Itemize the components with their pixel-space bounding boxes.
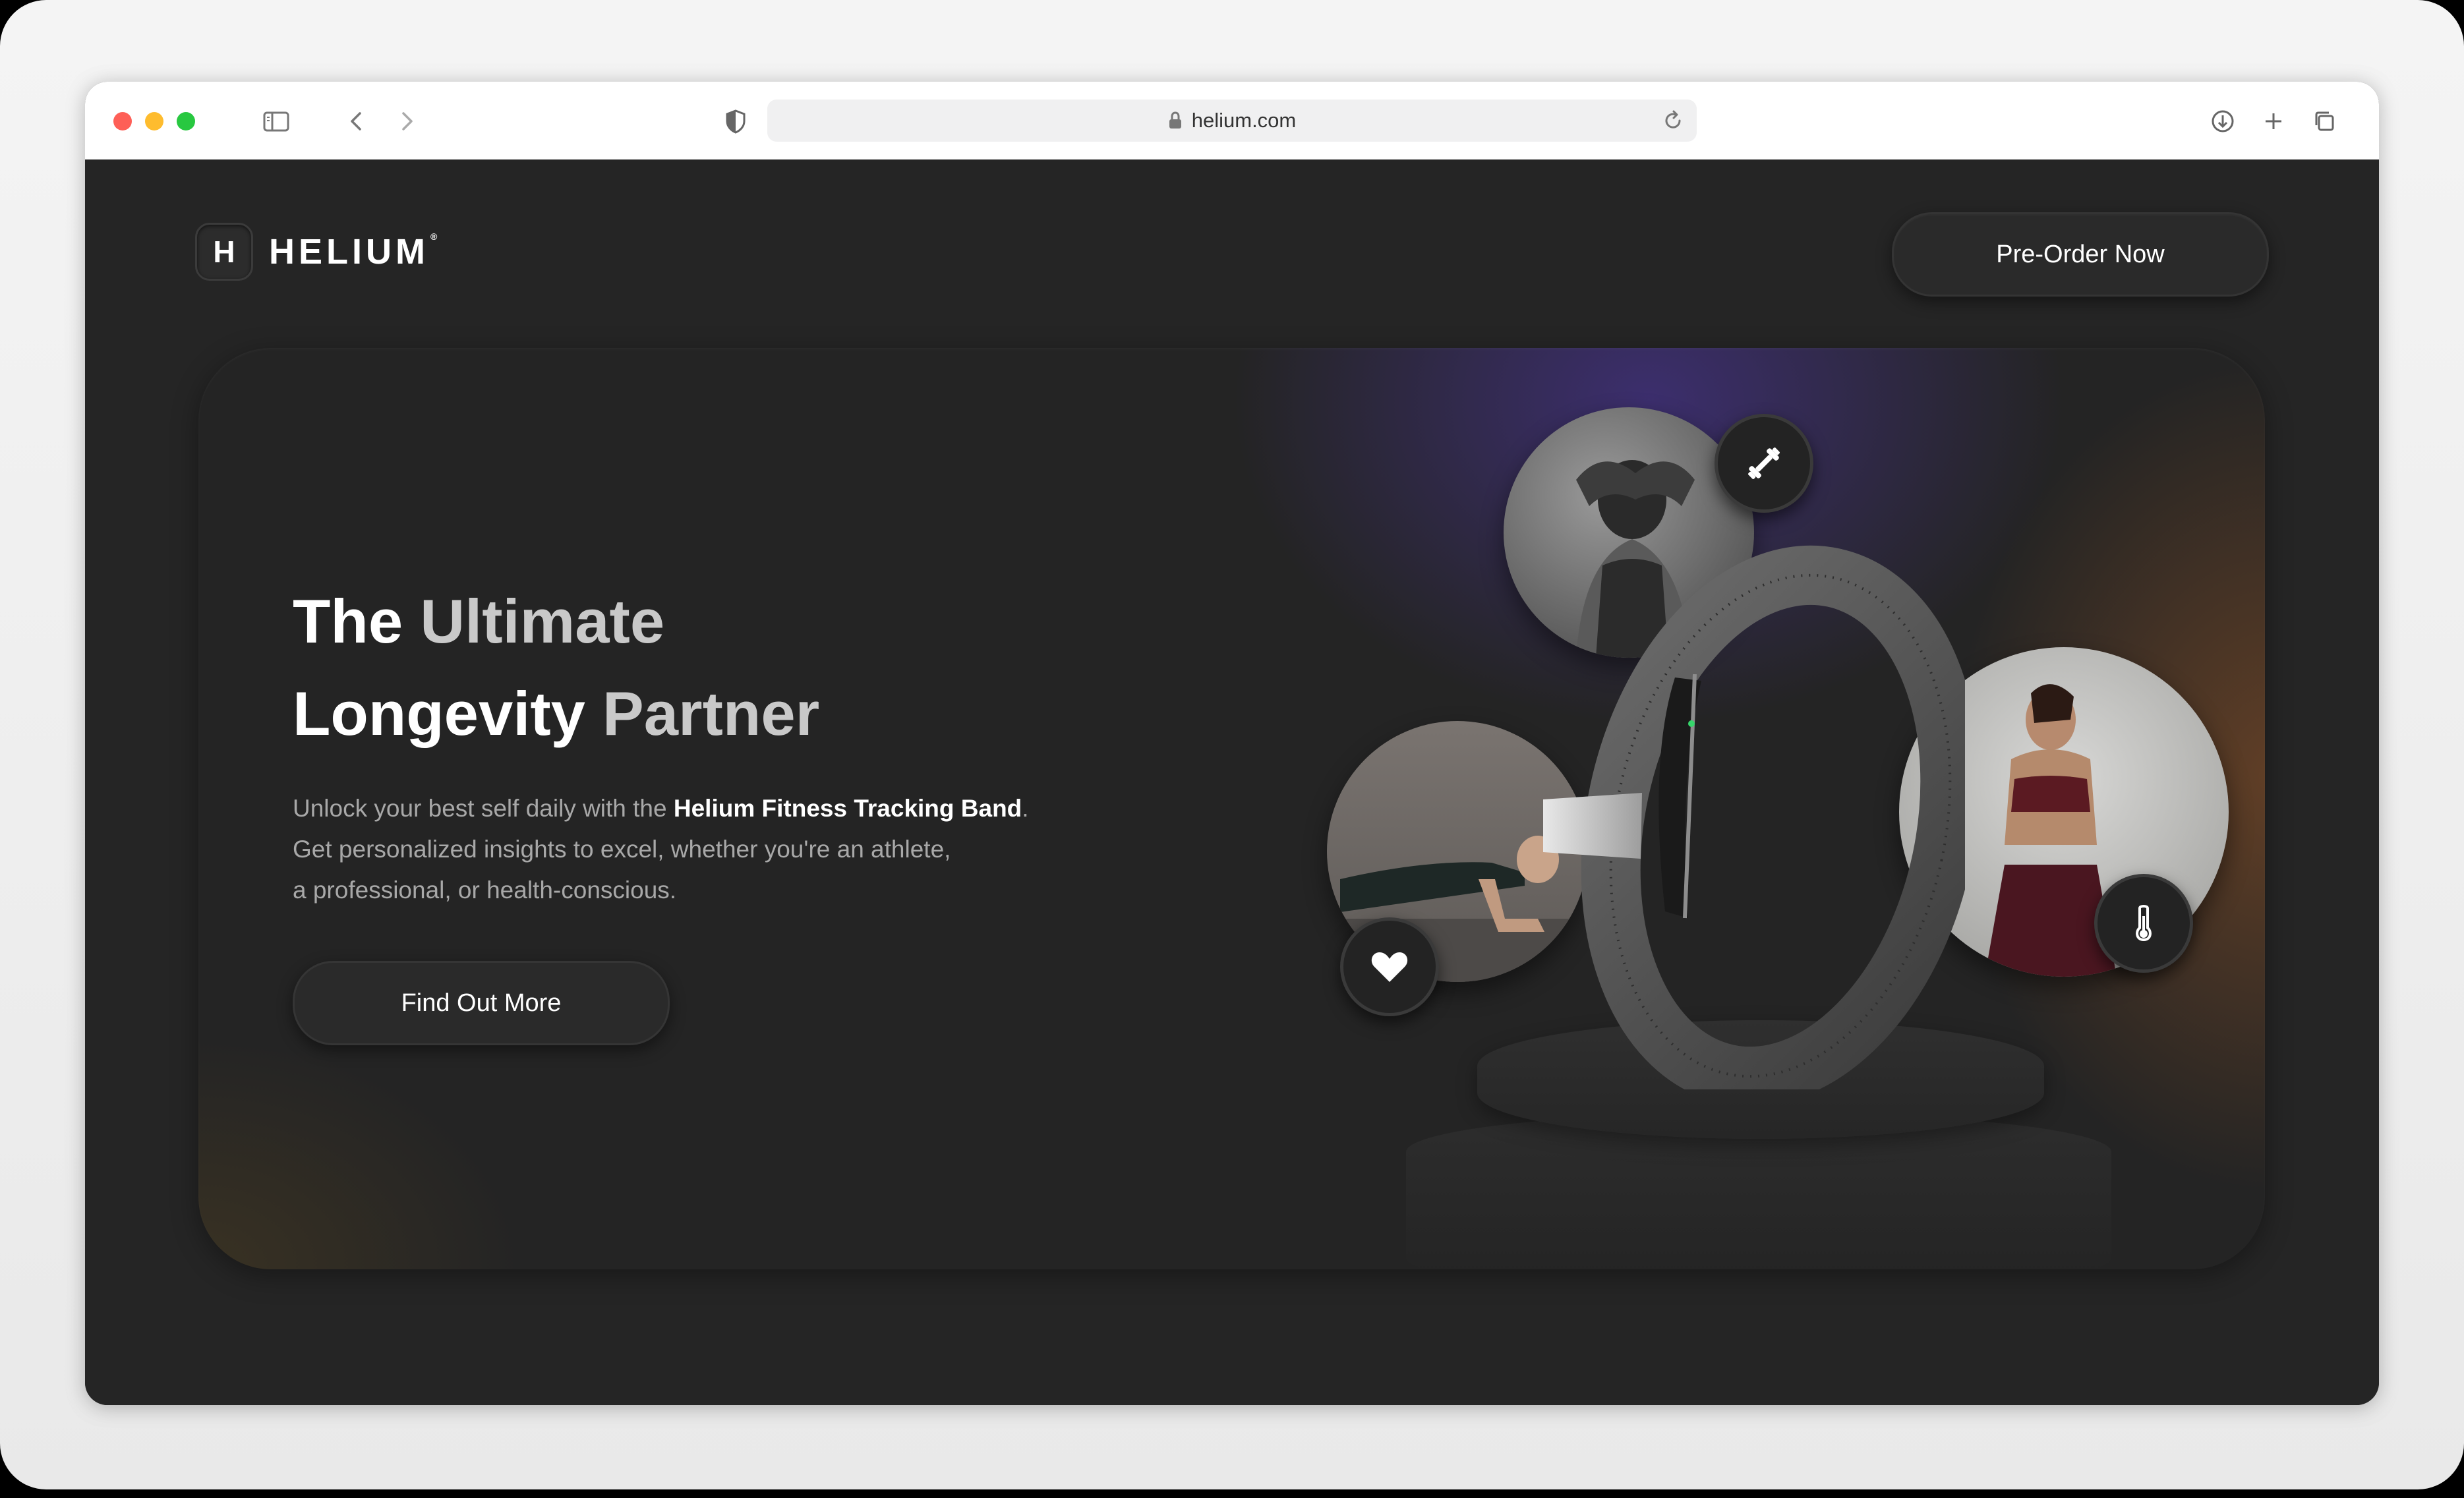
temperature-badge[interactable] xyxy=(2094,874,2193,973)
back-icon[interactable] xyxy=(341,105,372,137)
desc-period: . xyxy=(1022,795,1029,822)
browser-toolbar: helium.com xyxy=(85,82,2379,161)
close-window-button[interactable] xyxy=(113,112,132,130)
forward-icon[interactable] xyxy=(391,105,423,137)
pre-order-button[interactable]: Pre-Order Now xyxy=(1892,212,2269,297)
helium-logo[interactable]: H HELIUM ® xyxy=(195,223,437,281)
web-page: H HELIUM ® Pre-Order Now The Ultimate Lon… xyxy=(85,159,2379,1405)
title-word-the: The xyxy=(293,587,421,656)
logo-wordmark: HELIUM ® xyxy=(269,231,437,272)
reload-icon[interactable] xyxy=(1658,106,1687,135)
desc-text: Unlock your best self daily with the xyxy=(293,795,674,822)
hero-title: The Ultimate Longevity Partner xyxy=(293,575,1150,760)
find-out-more-button[interactable]: Find Out More xyxy=(293,961,670,1045)
strength-badge[interactable] xyxy=(1715,414,1813,513)
dumbbell-icon xyxy=(1748,447,1780,479)
thermometer-icon xyxy=(2136,905,2152,942)
heart-rate-badge[interactable] xyxy=(1340,917,1439,1016)
browser-window: helium.com H HELIUM ® Pre-Order Now The U… xyxy=(85,82,2379,1405)
new-tab-icon[interactable] xyxy=(2258,105,2289,137)
desc-product-name: Helium Fitness Tracking Band xyxy=(673,795,1022,822)
sidebar-toggle-icon[interactable] xyxy=(260,105,292,137)
title-word-ultimate: Ultimate xyxy=(420,587,665,656)
logo-mark: H xyxy=(195,223,253,281)
url-text: helium.com xyxy=(1191,109,1297,132)
maximize-window-button[interactable] xyxy=(177,112,195,130)
title-word-partner: Partner xyxy=(602,679,820,748)
desc-line-2: Get personalized insights to excel, whet… xyxy=(293,836,951,863)
minimize-window-button[interactable] xyxy=(145,112,163,130)
hero-card: The Ultimate Longevity Partner Unlock yo… xyxy=(198,348,2265,1269)
hero-description: Unlock your best self daily with the Hel… xyxy=(293,788,1150,911)
title-word-longevity: Longevity xyxy=(293,679,603,748)
desc-line-3: a professional, or health-conscious. xyxy=(293,877,677,904)
lock-icon xyxy=(1169,111,1181,129)
brand-name: HELIUM xyxy=(269,232,429,272)
heart-icon xyxy=(1371,952,1408,982)
download-icon[interactable] xyxy=(2207,105,2239,137)
fitness-band-image xyxy=(1543,545,1965,1089)
address-bar[interactable]: helium.com xyxy=(767,100,1697,142)
tab-overview-icon[interactable] xyxy=(2309,105,2341,137)
privacy-shield-icon[interactable] xyxy=(720,105,751,137)
registered-mark: ® xyxy=(430,231,438,242)
